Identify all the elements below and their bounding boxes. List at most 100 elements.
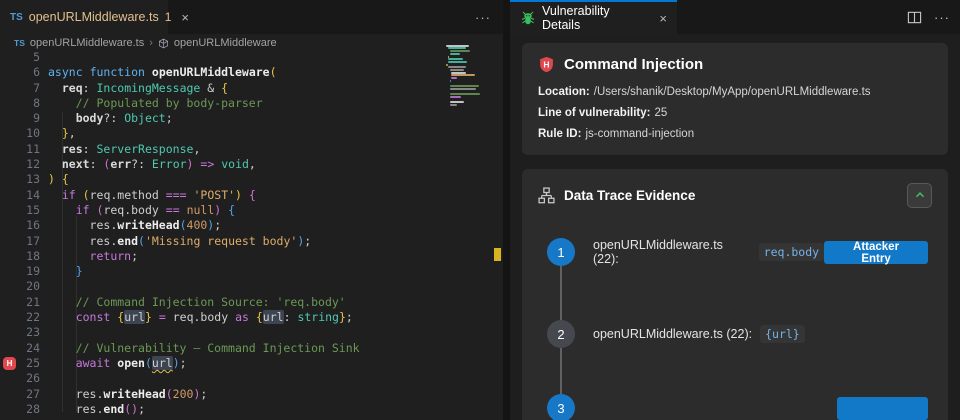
trace-step-number: 3 <box>547 394 575 420</box>
tab-openurlmiddleware[interactable]: TS openURLMiddleware.ts 1 × <box>0 0 168 34</box>
minimap-line <box>448 66 466 68</box>
trace-step-number: 2 <box>547 320 575 348</box>
trace-connector-line <box>560 348 562 394</box>
vulnerability-summary-card: H Command Injection Location:/Users/shan… <box>522 43 948 155</box>
trace-step-1: 1openURLMiddleware.ts (22):req.bodyAttac… <box>547 238 932 266</box>
minimap-line <box>450 101 464 103</box>
code-line: 26 <box>0 371 503 386</box>
hierarchy-icon <box>538 187 555 204</box>
editor-group-divider[interactable] <box>503 0 510 420</box>
code-line: 21 // Command Injection Source: 'req.bod… <box>0 295 503 310</box>
minimap-line <box>450 50 470 52</box>
code-line: 11 res: ServerResponse, <box>0 142 503 157</box>
line-field: Line of vulnerability:25 <box>538 107 932 119</box>
minimap-line <box>450 85 479 87</box>
line-number: 11 <box>0 142 40 157</box>
typescript-icon: TS <box>10 12 23 23</box>
vulnerability-title: Command Injection <box>564 56 703 73</box>
data-trace-card: Data Trace Evidence 1openURLMiddleware.t… <box>522 169 948 420</box>
minimap-line <box>446 45 469 47</box>
trace-connector-line <box>560 266 562 320</box>
line-number: 5 <box>0 50 40 65</box>
severity-gutter-icon[interactable]: H <box>3 357 16 370</box>
trace-step-3: 3 <box>547 394 932 420</box>
minimap-line <box>451 72 465 74</box>
code-text: if (req.method === 'POST') { <box>48 188 256 203</box>
code-line: 22 const {url} = req.body as {url: strin… <box>0 310 503 325</box>
typescript-icon: TS <box>14 38 25 48</box>
code-text: }, <box>48 126 76 141</box>
code-text: // Populated by body-parser <box>48 96 263 111</box>
line-number: 16 <box>0 218 40 233</box>
trace-step-code: req.body <box>759 243 824 261</box>
tab-vulnerability-details[interactable]: Vulnerability Details × <box>510 0 677 34</box>
minimap-line <box>448 47 466 49</box>
severity-shield-icon: H <box>538 56 555 73</box>
warning-marker <box>494 248 501 261</box>
code-text: if (req.body == null) { <box>48 203 235 218</box>
minimap-line <box>450 69 464 71</box>
line-number: 18 <box>0 249 40 264</box>
trace-badge-button[interactable] <box>837 397 928 420</box>
breadcrumb-file[interactable]: openURLMiddleware.ts <box>30 37 144 49</box>
code-line: 16 res.writeHead(400); <box>0 218 503 233</box>
close-tab-icon[interactable]: × <box>181 10 189 25</box>
minimap[interactable] <box>443 40 493 410</box>
code-line: 5 <box>0 50 503 65</box>
line-number: 12 <box>0 157 40 172</box>
code-area[interactable]: 56async function openURLMiddleware(7 req… <box>0 50 503 417</box>
trace-steps: 1openURLMiddleware.ts (22):req.bodyAttac… <box>538 238 932 420</box>
line-number: 24 <box>0 341 40 356</box>
line-number: 17 <box>0 234 40 249</box>
code-line: 7 req: IncomingMessage & { <box>0 81 503 96</box>
minimap-line <box>448 56 450 58</box>
minimap-line <box>448 58 463 60</box>
code-line: H25 await open(url); <box>0 356 503 371</box>
line-number: 7 <box>0 81 40 96</box>
code-text: next: (err?: Error) => void, <box>48 157 256 172</box>
code-line: 13) { <box>0 172 503 187</box>
code-text: // Command Injection Source: 'req.body' <box>48 295 346 310</box>
breadcrumb-symbol[interactable]: openURLMiddleware <box>174 37 277 49</box>
vulnerability-panel-group: Vulnerability Details × ··· H <box>510 0 960 420</box>
close-panel-icon[interactable]: × <box>659 11 667 26</box>
line-number: 22 <box>0 310 40 325</box>
trace-title: Data Trace Evidence <box>564 188 898 203</box>
trace-step-file[interactable]: openURLMiddleware.ts (22): <box>593 238 751 266</box>
symbol-cube-icon <box>158 38 169 49</box>
minimap-line <box>450 88 476 90</box>
code-line: 14 if (req.method === 'POST') { <box>0 188 503 203</box>
minimap-line <box>446 64 448 66</box>
collapse-section-button[interactable] <box>907 183 932 208</box>
svg-text:H: H <box>543 59 549 69</box>
line-number: 20 <box>0 279 40 294</box>
line-number: 15 <box>0 203 40 218</box>
attacker-entry-button[interactable]: Attacker Entry <box>824 241 928 264</box>
line-number: 10 <box>0 126 40 141</box>
tab-modified-badge: 1 <box>165 10 172 24</box>
minimap-line <box>450 80 451 82</box>
code-line: 19 } <box>0 264 503 279</box>
trace-step-file[interactable]: openURLMiddleware.ts (22): <box>593 327 752 341</box>
minimap-line <box>450 93 481 95</box>
code-line: 27 res.writeHead(200); <box>0 387 503 402</box>
code-text: res: ServerResponse, <box>48 142 200 157</box>
split-editor-icon[interactable] <box>907 10 922 25</box>
line-number: 27 <box>0 387 40 402</box>
code-line: 28 res.end(); <box>0 402 503 417</box>
line-number: 21 <box>0 295 40 310</box>
code-text: async function openURLMiddleware( <box>48 65 277 80</box>
code-line: 17 res.end('Missing request body'); <box>0 234 503 249</box>
line-number: 28 <box>0 402 40 417</box>
panel-more-actions-icon[interactable]: ··· <box>934 10 950 25</box>
line-number: 8 <box>0 96 40 111</box>
panel-tab-title: Vulnerability Details <box>542 4 649 32</box>
editor-more-actions-icon[interactable]: ··· <box>475 0 491 34</box>
code-line: 9 body?: Object; <box>0 111 503 126</box>
line-number: 9 <box>0 111 40 126</box>
minimap-line <box>450 53 461 55</box>
code-text: res.end(); <box>48 402 145 417</box>
code-line: 23 <box>0 325 503 340</box>
line-number: 13 <box>0 172 40 187</box>
code-text: return; <box>48 249 138 264</box>
